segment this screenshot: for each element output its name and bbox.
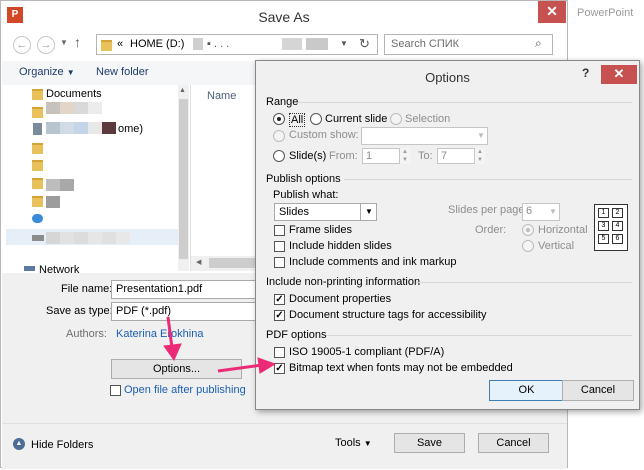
arrow-to-options-button bbox=[166, 316, 174, 349]
arrow-head bbox=[163, 343, 182, 362]
arrow-to-bitmap-checkbox bbox=[217, 363, 263, 373]
annotation-arrows bbox=[163, 316, 277, 374]
arrow-head bbox=[257, 357, 277, 374]
